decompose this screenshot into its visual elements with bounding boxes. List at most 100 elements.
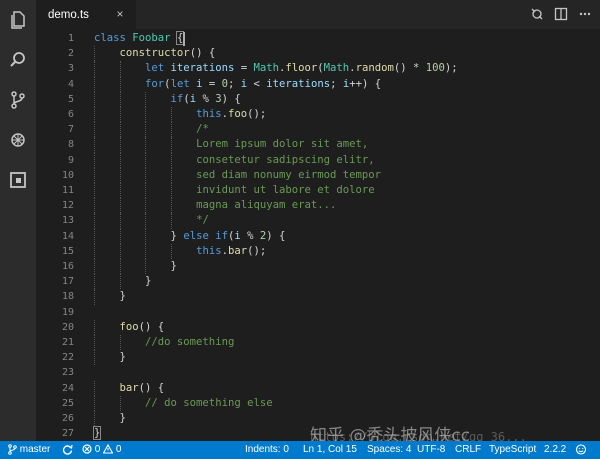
branch-status[interactable]: master	[8, 444, 50, 456]
code-editor[interactable]: 1 2 3 4 5 6 7 8 9 10 11 12 13 14 15 16 17 18 19 20 21 22 23 24 2…	[36, 29, 600, 441]
indent-guide	[170, 183, 172, 199]
code-line[interactable]: this.bar();	[196, 244, 266, 259]
code-line[interactable]: let iterations = Math.floor(Math.random(…	[145, 61, 458, 76]
code-line[interactable]: }	[145, 274, 151, 289]
code-line[interactable]: */	[196, 213, 209, 228]
line-number: 8	[67, 139, 74, 151]
code-line[interactable]: } else if(i % 2) {	[171, 229, 286, 244]
code-line[interactable]: Lorem ipsum dolor sit amet,	[196, 137, 368, 152]
feedback-icon[interactable]	[575, 444, 587, 456]
sync-icon[interactable]	[62, 444, 73, 456]
line-number: 22	[61, 352, 74, 364]
code-line[interactable]: }	[120, 350, 126, 365]
code-line[interactable]: constructor() {	[120, 46, 216, 61]
indent-guide	[94, 122, 95, 138]
code-token: bar	[227, 244, 248, 257]
search-icon[interactable]	[8, 50, 28, 70]
debug-icon[interactable]	[8, 130, 28, 150]
more-icon[interactable]	[578, 7, 592, 21]
code-line[interactable]: }	[120, 411, 126, 426]
indent-guide	[119, 183, 121, 199]
code-line[interactable]: if(i % 3) {	[171, 92, 241, 107]
files-icon[interactable]	[8, 10, 28, 30]
indent-guide	[94, 46, 95, 62]
indent-guide	[170, 137, 172, 153]
branch-icon	[8, 444, 17, 455]
code-token: Math	[253, 62, 279, 75]
code-token: /*	[196, 123, 209, 136]
code-line[interactable]: sed diam nonumy eirmod tempor	[196, 168, 381, 183]
code-line[interactable]: }	[171, 259, 177, 274]
code-token: if	[170, 92, 184, 105]
line-number: 15	[61, 245, 74, 257]
indent-guide	[94, 76, 95, 92]
code-line[interactable]: this.foo();	[196, 107, 266, 122]
line-number: 6	[67, 109, 74, 120]
indent-guide	[119, 274, 121, 290]
code-line[interactable]: consetetur sadipscing elitr,	[196, 153, 375, 168]
indent-guide	[145, 243, 147, 259]
code-line[interactable]: // do something else	[145, 396, 273, 411]
tab-demo-ts[interactable]: demo.ts ×	[36, 0, 136, 29]
code-token: }	[119, 290, 126, 303]
code-token: }	[119, 412, 126, 424]
indent-guide	[94, 91, 95, 107]
code-token: foo	[227, 108, 248, 120]
code-token: consetetur sadipscing elitr,	[196, 153, 375, 166]
indent-guide	[119, 335, 121, 351]
indent-guide	[94, 198, 95, 214]
code-token: () {	[138, 320, 165, 333]
code-line[interactable]: }	[120, 289, 126, 304]
code-line[interactable]: invidunt ut labore et dolore	[196, 183, 375, 198]
ts-version[interactable]: 2.2.2	[544, 444, 566, 456]
code-token: }	[119, 351, 126, 364]
indents-status[interactable]: Indents: 0	[245, 444, 289, 456]
code-line[interactable]: magna aliquyam erat...	[196, 198, 336, 213]
language-mode[interactable]: TypeScript	[489, 444, 536, 456]
indent-guide	[119, 259, 121, 275]
indent-guide	[170, 213, 172, 229]
line-number: 11	[61, 185, 74, 196]
code-line[interactable]: for(let i = 0; i < iterations; i++) {	[145, 77, 381, 92]
encoding-status[interactable]: UTF-8	[417, 444, 445, 456]
code-token: ;	[330, 77, 343, 90]
code-token: ();	[247, 244, 267, 257]
code-token: foo	[119, 320, 139, 333]
indent-guide	[170, 152, 172, 168]
indent-guide	[94, 335, 95, 351]
code-token: let	[145, 62, 171, 75]
indent-guide	[145, 91, 147, 107]
extensions-icon[interactable]	[8, 170, 28, 190]
error-icon	[82, 444, 92, 454]
open-changes-icon[interactable]	[530, 7, 544, 21]
code-area[interactable]: class Foobar {constructor() {let iterati…	[92, 29, 594, 441]
line-number: 7	[67, 124, 74, 136]
code-token: let	[170, 77, 197, 90]
indent-guide	[94, 167, 95, 183]
eol-status[interactable]: CRLF	[455, 444, 481, 456]
indent-guide	[119, 152, 121, 168]
source-control-icon[interactable]	[8, 90, 28, 110]
spaces-status[interactable]: Spaces: 4	[367, 444, 411, 456]
split-editor-icon[interactable]	[554, 7, 568, 21]
close-icon[interactable]: ×	[114, 8, 126, 20]
code-line[interactable]: class Foobar {	[94, 31, 185, 46]
indent-guide	[94, 213, 95, 229]
code-line[interactable]: bar() {	[120, 381, 165, 396]
code-line[interactable]: //do something	[145, 335, 234, 350]
code-token: () {	[138, 381, 165, 394]
code-token: floor	[285, 62, 318, 75]
code-line[interactable]: foo() {	[120, 320, 165, 335]
cursor-position[interactable]: Ln 1, Col 15	[303, 444, 357, 456]
code-token: //do something	[145, 336, 235, 348]
problems-status[interactable]: 0 0	[82, 444, 121, 456]
code-token: }	[170, 229, 184, 242]
code-token: iterations	[266, 77, 331, 90]
indent-guide	[119, 137, 121, 153]
code-line[interactable]: /*	[196, 122, 209, 137]
code-line[interactable]: }	[92, 426, 102, 441]
code-token: // do something else	[145, 396, 273, 409]
code-token: this	[196, 244, 222, 257]
indent-guide	[145, 259, 147, 275]
code-token: 100	[425, 62, 445, 75]
